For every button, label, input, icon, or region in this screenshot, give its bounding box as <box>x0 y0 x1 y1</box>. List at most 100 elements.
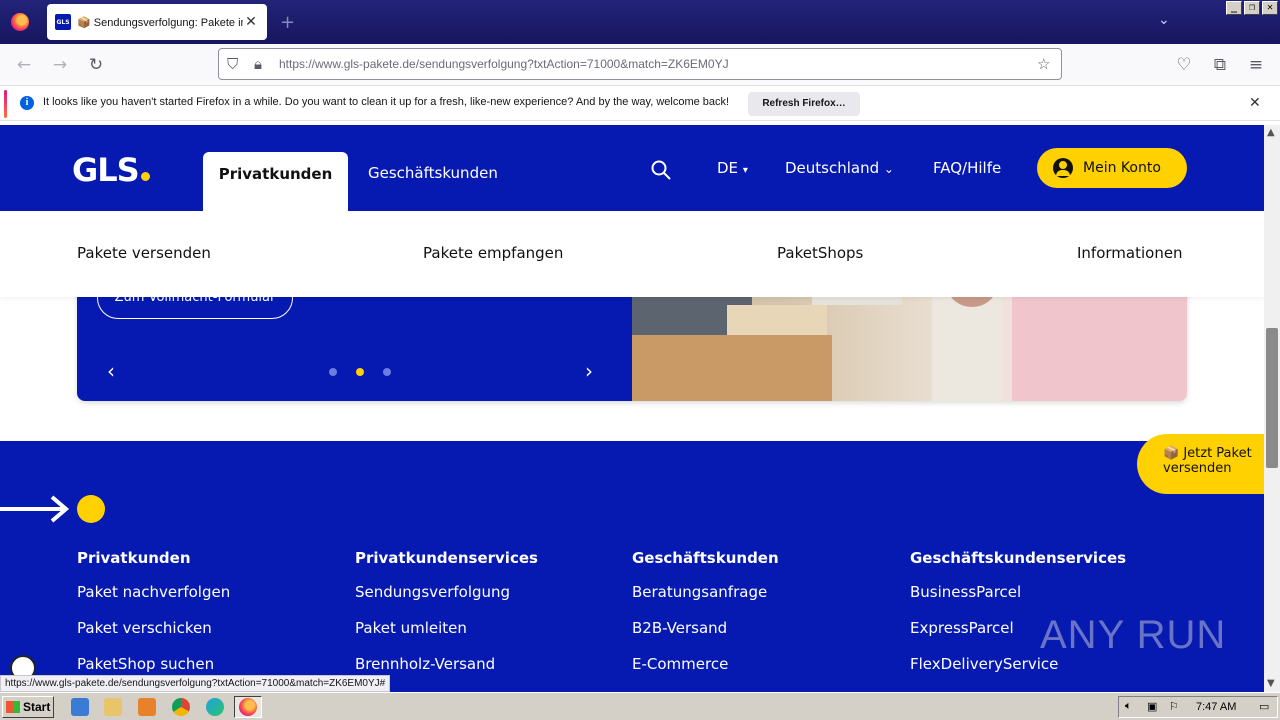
refresh-firefox-button[interactable]: Refresh Firefox… <box>748 92 860 116</box>
firefox-menu-button[interactable] <box>0 0 40 44</box>
list-all-tabs-icon[interactable]: ⌄ <box>1158 12 1170 28</box>
language-label: DE <box>717 159 739 177</box>
subnav-informationen[interactable]: Informationen <box>1077 244 1183 262</box>
system-tray: 🔈︎ ▣ ⚐ 7:47 AM ▭ <box>1118 696 1278 718</box>
carousel-dot-active[interactable] <box>356 368 364 376</box>
jetzt-paket-versenden-button[interactable]: 📦 Jetzt Paket versenden <box>1137 434 1264 494</box>
close-tab-icon[interactable]: ✕ <box>243 14 259 30</box>
url-text: https://www.gls-pakete.de/sendungsverfol… <box>279 57 729 71</box>
footer-link[interactable]: Brennholz-Versand <box>355 655 538 675</box>
tab-geschaeftskunden[interactable]: Geschäftskunden <box>368 164 498 182</box>
status-bar-url: https://www.gls-pakete.de/sendungsverfol… <box>0 675 391 692</box>
search-icon[interactable] <box>650 159 672 181</box>
carousel-dot[interactable] <box>383 368 391 376</box>
footer-link[interactable]: FlexDeliveryService <box>910 655 1126 675</box>
windows-flag-icon <box>6 701 20 713</box>
arrow-dot-icon <box>0 495 105 523</box>
menu-icon[interactable]: ≡ <box>1245 54 1267 76</box>
subnav-pakete-versenden[interactable]: Pakete versenden <box>77 244 211 262</box>
footer-column-title: Geschäftskundenservices <box>910 549 1127 567</box>
faq-link[interactable]: FAQ/Hilfe <box>933 159 1001 177</box>
close-notification-icon[interactable]: ✕ <box>1249 95 1261 111</box>
carousel-dots <box>329 368 391 376</box>
minimize-button[interactable]: _ <box>1226 1 1242 15</box>
carousel-next-icon[interactable]: › <box>585 359 593 383</box>
volume-icon[interactable]: 🔈︎ <box>1125 700 1132 713</box>
footer-link[interactable]: B2B-Versand <box>632 619 779 639</box>
tab-strip: GLS 📦 Sendungsverfolgung: Pakete im ✕ + … <box>0 0 1280 44</box>
firefox-icon <box>11 13 29 31</box>
sub-navigation: Pakete versenden Pakete empfangen PaketS… <box>0 211 1264 297</box>
gls-logo[interactable]: GLS <box>72 151 150 189</box>
bookmark-star-icon[interactable]: ☆ <box>1037 55 1050 73</box>
forward-icon[interactable]: → <box>49 54 71 76</box>
user-icon <box>1053 158 1073 178</box>
url-path: /sendungsverfolgung?txtAction=71000&matc… <box>415 57 729 71</box>
footer-link[interactable]: Paket verschicken <box>77 619 230 639</box>
info-icon: i <box>20 96 34 110</box>
subnav-paketshops[interactable]: PaketShops <box>777 244 863 262</box>
firefox-taskbar-icon <box>239 698 257 716</box>
language-selector[interactable]: DE ▾ <box>717 159 748 177</box>
flag-icon[interactable]: ⚐ <box>1169 700 1179 713</box>
footer-link[interactable]: Paket nachverfolgen <box>77 583 230 603</box>
footer-column-title: Privatkunden <box>77 549 191 567</box>
shield-icon[interactable]: ⛉ <box>227 55 238 73</box>
footer-column-geschaeftskunden: Geschäftskunden Beratungsanfrage B2B-Ver… <box>632 549 779 691</box>
gls-favicon-icon: GLS <box>55 14 71 30</box>
page-scrollbar[interactable]: ▲ ▼ <box>1264 125 1280 692</box>
network-icon[interactable]: ▣ <box>1147 700 1157 713</box>
tab-privatkunden[interactable]: Privatkunden <box>203 152 348 211</box>
media-player-icon[interactable] <box>138 698 156 716</box>
firefox-taskbar-button[interactable] <box>234 696 262 718</box>
scrollbar-thumb[interactable] <box>1266 328 1278 468</box>
logo-text: GLS <box>72 151 140 189</box>
logo-dot <box>140 172 150 181</box>
notification-accent <box>4 90 7 118</box>
chrome-icon[interactable] <box>172 698 190 716</box>
browser-tab[interactable]: GLS 📦 Sendungsverfolgung: Pakete im ✕ <box>47 4 267 40</box>
country-selector[interactable]: Deutschland ⌄ <box>785 159 894 177</box>
extensions-icon[interactable]: ⧉ <box>1209 54 1231 76</box>
start-label: Start <box>23 700 51 714</box>
carousel-prev-icon[interactable]: ‹ <box>107 359 115 383</box>
subnav-pakete-empfangen[interactable]: Pakete empfangen <box>423 244 563 262</box>
pocket-icon[interactable]: ♡ <box>1173 54 1195 76</box>
footer-link[interactable]: PaketShop suchen <box>77 655 230 675</box>
explorer-icon[interactable] <box>104 698 122 716</box>
navigation-toolbar: ← → ↻ ⛉ 🔒︎ https://www.gls-pakete.de/sen… <box>0 44 1280 86</box>
footer-link[interactable]: Paket umleiten <box>355 619 538 639</box>
footer-link[interactable]: E-Commerce <box>632 655 779 675</box>
close-window-button[interactable]: ✕ <box>1262 1 1278 15</box>
footer-column-privatkunden: Privatkunden Paket nachverfolgen Paket v… <box>77 549 230 691</box>
carousel-dot[interactable] <box>329 368 337 376</box>
footer-link[interactable]: Sendungsverfolgung <box>355 583 538 603</box>
caret-down-icon: ▾ <box>742 165 748 176</box>
footer-link[interactable]: Beratungsanfrage <box>632 583 779 603</box>
reload-icon[interactable]: ↻ <box>85 54 107 76</box>
new-tab-icon[interactable]: + <box>280 12 295 33</box>
page-viewport: Zum Vollmacht-Formular ‹ › GLS Privatkun… <box>0 125 1264 692</box>
window-controls: _ ❐ ✕ <box>1226 1 1278 15</box>
show-desktop-icon[interactable]: ▭ <box>1259 700 1269 713</box>
mein-konto-button[interactable]: Mein Konto <box>1037 148 1187 188</box>
url-domain: https://www.gls-pakete.de <box>279 57 416 71</box>
scroll-up-icon[interactable]: ▲ <box>1267 127 1275 138</box>
anyrun-watermark: ANY RUN <box>1040 613 1227 657</box>
ie-icon[interactable] <box>71 698 89 716</box>
back-icon[interactable]: ← <box>13 54 35 76</box>
edge-icon[interactable] <box>206 698 224 716</box>
notification-bar: i It looks like you haven't started Fire… <box>0 87 1280 121</box>
scroll-down-icon[interactable]: ▼ <box>1267 678 1275 689</box>
footer-link[interactable]: BusinessParcel <box>910 583 1126 603</box>
site-header: GLS Privatkunden Geschäftskunden DE ▾ De… <box>0 125 1264 211</box>
lock-icon[interactable]: 🔒︎ <box>254 55 262 73</box>
url-bar[interactable]: ⛉ 🔒︎ https://www.gls-pakete.de/sendungsv… <box>218 48 1062 80</box>
country-label: Deutschland <box>785 159 880 177</box>
notification-message: It looks like you haven't started Firefo… <box>43 96 730 108</box>
footer-column-title: Privatkundenservices <box>355 549 538 567</box>
start-button[interactable]: Start <box>2 696 54 718</box>
clock: 7:47 AM <box>1196 701 1237 713</box>
restore-button[interactable]: ❐ <box>1244 1 1260 15</box>
footer-column-privatkundenservices: Privatkundenservices Sendungsverfolgung … <box>355 549 538 691</box>
